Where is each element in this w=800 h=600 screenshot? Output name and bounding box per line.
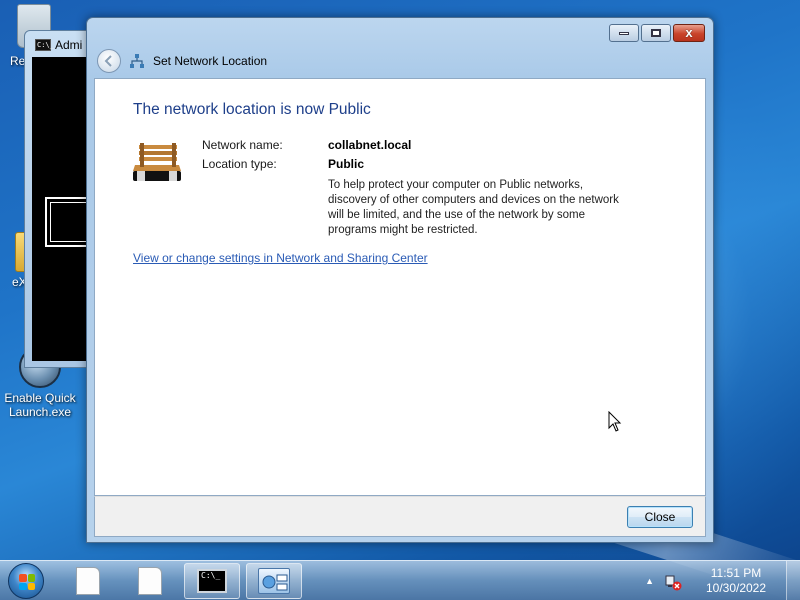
- minimize-button[interactable]: [609, 24, 639, 42]
- system-tray: ▲ 11:51 PM 10/30/2022: [645, 561, 800, 600]
- clock-time: 11:51 PM: [710, 566, 762, 580]
- minimize-icon: [619, 31, 629, 35]
- windows-logo-icon: [8, 563, 44, 599]
- network-center-icon: [258, 568, 290, 594]
- navigation-bar: Set Network Location: [97, 49, 267, 73]
- nav-title: Set Network Location: [153, 54, 268, 68]
- start-button[interactable]: [5, 561, 47, 600]
- location-type-value: Public: [328, 157, 365, 171]
- console-title: Admi: [55, 38, 83, 52]
- maximize-button[interactable]: [641, 24, 671, 42]
- close-window-button[interactable]: x: [673, 24, 705, 42]
- system-clock[interactable]: 11:51 PM 10/30/2022: [700, 566, 772, 596]
- set-network-location-dialog[interactable]: x Set Network Location The network locat…: [86, 17, 714, 543]
- network-icon: [129, 53, 145, 69]
- network-status-icon[interactable]: [664, 573, 682, 591]
- taskbar-item-document-1[interactable]: [60, 563, 116, 599]
- clock-date: 10/30/2022: [705, 581, 767, 595]
- network-sharing-center-link[interactable]: View or change settings in Network and S…: [133, 251, 428, 265]
- network-name-value: collabnet.local: [328, 138, 412, 152]
- taskbar-item-network-center[interactable]: [246, 563, 302, 599]
- page-title: The network location is now Public: [133, 101, 371, 118]
- taskbar-item-command-prompt[interactable]: C:\_: [184, 563, 240, 599]
- maximize-icon: [651, 29, 661, 37]
- taskbar-item-document-2[interactable]: [122, 563, 178, 599]
- dialog-footer: Close: [94, 496, 706, 537]
- console-icon: C:\_: [35, 39, 54, 51]
- network-name-label: Network name:: [202, 138, 283, 152]
- dialog-content: The network location is now Public Netwo…: [94, 78, 706, 496]
- back-button[interactable]: [97, 49, 121, 73]
- command-prompt-icon: C:\_: [197, 569, 227, 593]
- close-icon: x: [685, 25, 693, 40]
- close-button[interactable]: Close: [627, 506, 693, 528]
- console-title-bar[interactable]: C:\_ Admi: [35, 38, 82, 52]
- show-hidden-icons-icon[interactable]: ▲: [645, 576, 654, 586]
- location-description: To help protect your computer on Public …: [328, 179, 619, 236]
- document-icon: [76, 567, 100, 595]
- show-desktop-button[interactable]: [786, 561, 800, 600]
- enable-quick-launch-label: Enable Quick Launch.exe: [4, 391, 76, 419]
- location-type-label: Location type:: [202, 157, 277, 171]
- document-icon: [138, 567, 162, 595]
- caption-buttons: x: [609, 24, 705, 42]
- taskbar: C:\_ ▲ 11:51 PM 10/30/2022: [0, 560, 800, 600]
- park-bench-icon: [131, 139, 183, 185]
- back-arrow-icon: [104, 55, 112, 67]
